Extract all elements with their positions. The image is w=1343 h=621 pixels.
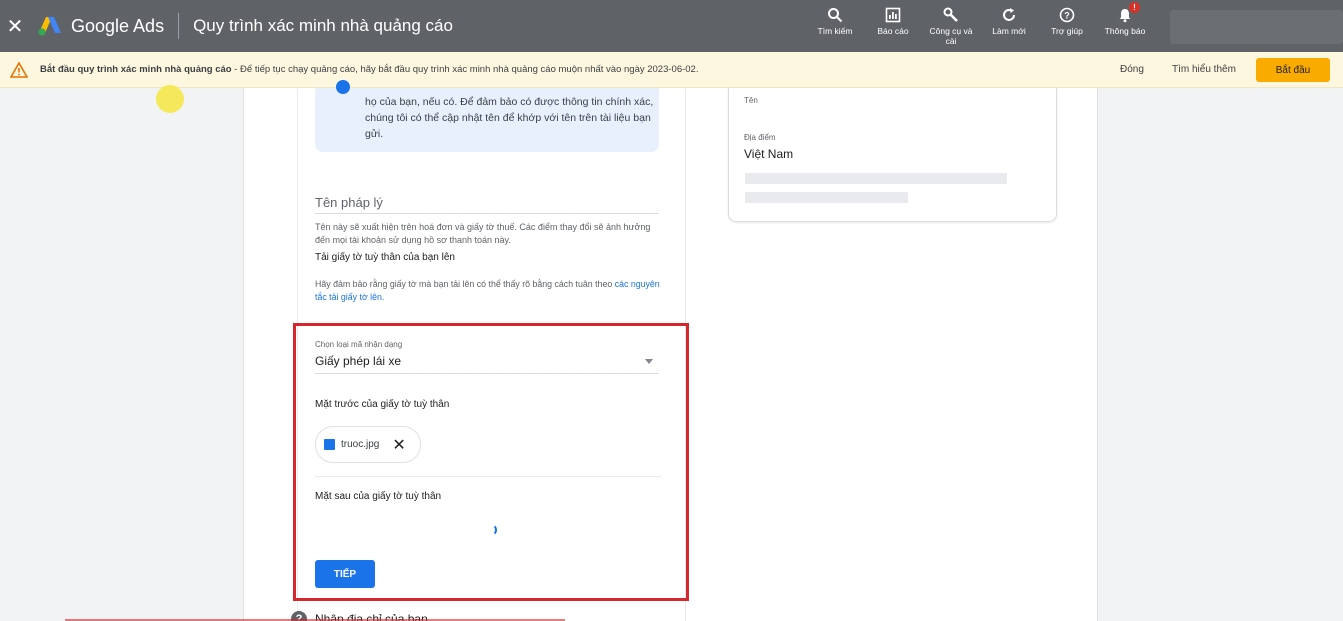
- upload-description: Hãy đảm bảo rằng giấy tờ mà bạn tải lên …: [315, 278, 660, 304]
- verification-banner: Bắt đầu quy trình xác minh nhà quảng cáo…: [0, 52, 1343, 88]
- back-id-label: Mặt sau của giấy tờ tuỳ thân: [315, 491, 442, 502]
- help-icon: ?: [1059, 6, 1075, 24]
- reports-button[interactable]: Báo cáo: [864, 0, 922, 52]
- tools-label: Công cụ và cài: [929, 26, 973, 46]
- search-label: Tìm kiếm: [817, 26, 853, 36]
- start-verification-button[interactable]: Bắt đầu: [1256, 58, 1330, 82]
- image-file-icon: [324, 439, 335, 450]
- account-selector[interactable]: [1170, 10, 1343, 44]
- banner-title: Bắt đầu quy trình xác minh nhà quảng cáo: [40, 64, 232, 75]
- id-type-label: Chọn loại mã nhận dạng: [315, 340, 403, 349]
- header-divider: [178, 13, 180, 39]
- top-bar: ✕ Google Ads Quy trình xác minh nhà quản…: [0, 0, 1343, 52]
- dropdown-arrow-icon: [645, 359, 653, 364]
- notification-badge: !: [1129, 2, 1140, 13]
- learn-more-link[interactable]: Tìm hiểu thêm: [1172, 64, 1236, 75]
- close-icon[interactable]: ✕: [0, 0, 30, 52]
- section-divider: [315, 476, 661, 477]
- loading-placeholder: [745, 173, 1007, 184]
- next-button[interactable]: TIẾP: [315, 560, 375, 588]
- upload-description-text: Hãy đảm bảo rằng giấy tờ mà bạn tải lên …: [315, 279, 615, 289]
- google-ads-logo: [37, 15, 63, 37]
- wrench-icon: [943, 6, 959, 24]
- reports-icon: [885, 6, 901, 24]
- cursor-highlight: [156, 85, 184, 113]
- refresh-label: Làm mới: [992, 26, 1026, 36]
- search-button[interactable]: Tìm kiếm: [806, 0, 864, 52]
- front-id-label: Mặt trước của giấy tờ tuỳ thân: [315, 399, 450, 410]
- loading-placeholder: [745, 192, 908, 203]
- reports-label: Báo cáo: [877, 26, 909, 36]
- id-type-value: Giấy phép lái xe: [315, 354, 402, 368]
- warning-icon: [10, 61, 28, 78]
- card-location-label: Địa điểm: [744, 133, 776, 142]
- front-file-name: truoc.jpg: [341, 439, 380, 450]
- legal-name-description: Tên này sẽ xuất hiện trên hoá đơn và giấ…: [315, 222, 651, 245]
- tools-button[interactable]: Công cụ và cài: [922, 0, 980, 52]
- notifications-button[interactable]: ! Thông báo: [1096, 0, 1154, 52]
- card-location-value: Việt Nam: [744, 147, 794, 161]
- refresh-button[interactable]: Làm mới: [980, 0, 1038, 52]
- id-type-select[interactable]: Giấy phép lái xe: [315, 352, 659, 374]
- info-text: họ của bạn, nếu có. Để đảm bảo có được t…: [365, 96, 654, 140]
- banner-body: - Để tiếp tục chạy quảng cáo, hãy bắt đầ…: [231, 64, 699, 75]
- loading-spinner-icon: [485, 524, 497, 536]
- front-file-chip: truoc.jpg ✕: [315, 426, 421, 463]
- page-title: Quy trình xác minh nhà quảng cáo: [193, 16, 453, 35]
- refresh-icon: [1001, 6, 1017, 24]
- legal-name-underline: [315, 213, 659, 214]
- bell-icon: !: [1117, 2, 1140, 24]
- info-icon: [336, 80, 350, 94]
- help-button[interactable]: ? Trợ giúp: [1038, 0, 1096, 52]
- svg-text:?: ?: [1064, 11, 1070, 21]
- notifications-label: Thông báo: [1104, 26, 1146, 36]
- search-icon: [827, 6, 843, 24]
- remove-file-icon[interactable]: ✕: [392, 435, 405, 455]
- banner-close-button[interactable]: Đóng: [1120, 64, 1144, 75]
- upload-section-title: Tải giấy tờ tuỳ thân của bạn lên: [315, 252, 455, 263]
- help-label: Trợ giúp: [1051, 26, 1083, 36]
- toolbar: Tìm kiếm Báo cáo Công cụ và cài Làm mới …: [806, 0, 1154, 52]
- brand-name: Google Ads: [71, 15, 165, 36]
- banner-message: Bắt đầu quy trình xác minh nhà quảng cáo…: [40, 64, 698, 75]
- legal-name-field[interactable]: Tên pháp lý: [315, 195, 383, 210]
- card-name-label: Tên: [744, 96, 758, 105]
